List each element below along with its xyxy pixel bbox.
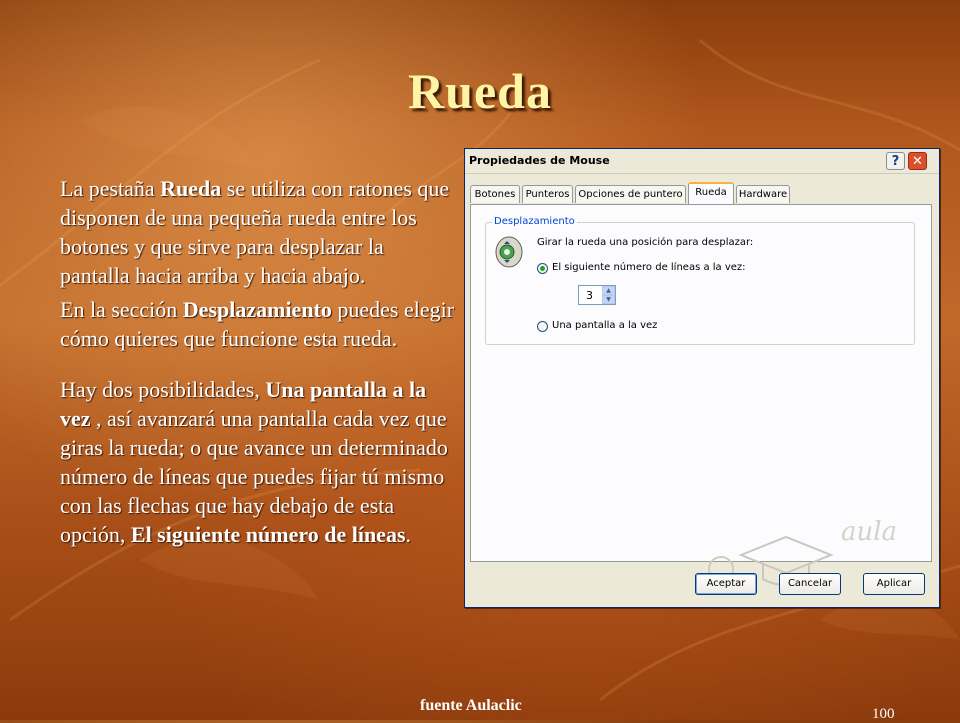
mouse-properties-dialog: Propiedades de Mouse ? ✕ Botones Puntero…	[464, 148, 940, 608]
lines-value[interactable]: 3	[586, 289, 593, 302]
lines-spinner[interactable]: 3 ▲ ▼	[578, 285, 616, 305]
watermark-text: aula	[841, 517, 898, 547]
radio-lines[interactable]	[537, 263, 548, 274]
radio-screen[interactable]	[537, 321, 548, 332]
dialog-title: Propiedades de Mouse	[469, 154, 610, 167]
slide-title: Rueda	[408, 63, 552, 119]
tab-panel-rueda: Desplazamiento Girar la rueda una posici…	[470, 204, 932, 586]
footer-source: fuente Aulaclic	[420, 697, 522, 714]
dialog-titlebar[interactable]: Propiedades de Mouse ? ✕	[465, 149, 939, 174]
spin-up-arrow-icon[interactable]: ▲	[602, 286, 615, 295]
tab-opciones-de-puntero[interactable]: Opciones de puntero	[575, 185, 686, 203]
scrolling-group: Desplazamiento Girar la rueda una posici…	[485, 216, 915, 345]
paragraph-1: La pestaña Rueda se utiliza con ratones …	[60, 176, 450, 288]
option-lines-label[interactable]: El siguiente número de líneas a la vez:	[552, 262, 746, 273]
page-number: 100	[872, 706, 895, 722]
mouse-wheel-icon	[495, 236, 523, 268]
body-text: La pestaña Rueda se utiliza con ratones …	[60, 174, 455, 554]
tab-rueda[interactable]: Rueda	[688, 182, 734, 204]
tab-punteros[interactable]: Punteros	[522, 185, 573, 203]
paragraph-3: Hay dos posibilidades, Una pantalla a la…	[60, 377, 448, 547]
ok-button[interactable]: Aceptar	[695, 573, 757, 595]
help-button[interactable]: ?	[886, 152, 905, 170]
instruction-label: Girar la rueda una posición para desplaz…	[537, 237, 754, 248]
spinner-buttons: ▲ ▼	[602, 286, 615, 304]
cancel-button[interactable]: Cancelar	[779, 573, 841, 595]
spin-down-arrow-icon[interactable]: ▼	[602, 295, 615, 304]
apply-button[interactable]: Aplicar	[863, 573, 925, 595]
tab-botones[interactable]: Botones	[470, 185, 520, 203]
paragraph-2: En la sección Desplazamiento puedes eleg…	[60, 297, 455, 351]
option-screen-label[interactable]: Una pantalla a la vez	[552, 320, 657, 331]
close-button[interactable]: ✕	[908, 152, 927, 170]
tab-hardware[interactable]: Hardware	[736, 185, 790, 203]
group-legend: Desplazamiento	[492, 216, 577, 227]
